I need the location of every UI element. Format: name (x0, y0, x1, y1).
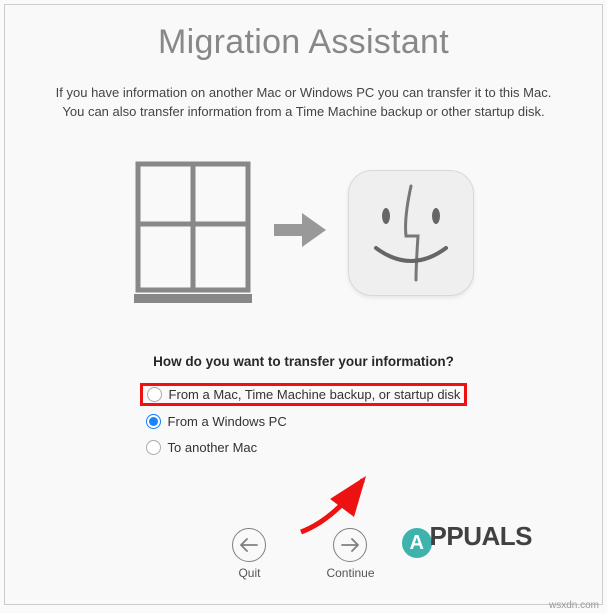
arrow-right-icon (274, 211, 326, 254)
description-text: If you have information on another Mac o… (26, 84, 582, 122)
option-label: To another Mac (168, 440, 258, 455)
description-line1: If you have information on another Mac o… (56, 85, 552, 100)
quit-button[interactable]: Quit (232, 528, 266, 580)
radio-icon (146, 440, 161, 455)
arrow-left-icon (232, 528, 266, 562)
page-title: Migration Assistant (158, 23, 449, 62)
transfer-prompt: How do you want to transfer your informa… (153, 354, 454, 369)
option-label: From a Mac, Time Machine backup, or star… (169, 387, 461, 402)
option-label: From a Windows PC (168, 414, 287, 429)
continue-label: Continue (326, 566, 374, 580)
option-from-mac[interactable]: From a Mac, Time Machine backup, or star… (140, 383, 468, 406)
transfer-options-group: From a Mac, Time Machine backup, or star… (140, 383, 468, 458)
radio-icon (146, 414, 161, 429)
footer-buttons: Quit Continue (5, 528, 602, 580)
quit-label: Quit (238, 566, 260, 580)
window-pane-icon (134, 160, 252, 306)
description-line2: You can also transfer information from a… (62, 104, 544, 119)
radio-icon (147, 387, 162, 402)
illustration-row (134, 160, 474, 306)
finder-face-icon (348, 170, 474, 296)
option-to-another-mac[interactable]: To another Mac (140, 437, 264, 458)
migration-assistant-window: Migration Assistant If you have informat… (4, 4, 603, 605)
continue-button[interactable]: Continue (326, 528, 374, 580)
attribution-text: wsxdn.com (549, 600, 599, 611)
option-from-windows-pc[interactable]: From a Windows PC (140, 411, 293, 432)
arrow-right-icon (333, 528, 367, 562)
